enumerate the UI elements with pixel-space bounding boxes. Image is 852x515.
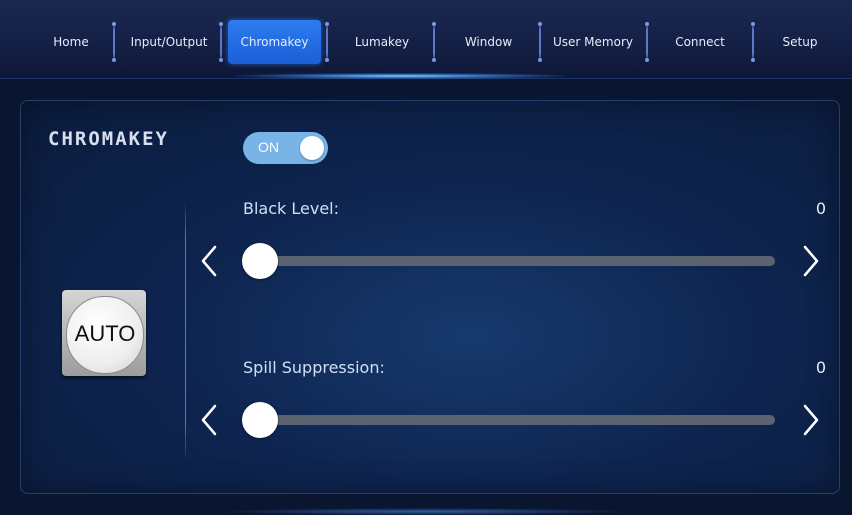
toggle-label: ON (258, 139, 279, 155)
tab-separator (751, 22, 755, 62)
chevron-left-icon (201, 245, 217, 277)
tab-separator (645, 22, 649, 62)
tab-home[interactable]: Home (36, 20, 106, 64)
tab-input-output[interactable]: Input/Output (121, 20, 217, 64)
tab-separator (538, 22, 542, 62)
tab-user-memory[interactable]: User Memory (545, 20, 641, 64)
tab-separator (112, 22, 116, 62)
spill-suppression-decrease-button[interactable] (200, 403, 220, 437)
toggle-knob (300, 136, 324, 160)
spill-suppression-slider[interactable] (242, 402, 775, 438)
black-level-knob[interactable] (242, 243, 278, 279)
active-tab-glow (236, 73, 566, 79)
black-level-decrease-button[interactable] (200, 244, 220, 278)
tab-chromakey[interactable]: Chromakey (228, 20, 321, 64)
tab-separator (325, 22, 329, 62)
auto-button-label: AUTO (74, 321, 136, 346)
black-level-slider[interactable] (242, 243, 775, 279)
black-level-increase-button[interactable] (800, 244, 820, 278)
chevron-right-icon (803, 245, 819, 277)
tab-connect[interactable]: Connect (652, 20, 748, 64)
tab-setup[interactable]: Setup (762, 20, 838, 64)
spill-suppression-increase-button[interactable] (800, 403, 820, 437)
tab-lumakey[interactable]: Lumakey (334, 20, 430, 64)
tab-window[interactable]: Window (441, 20, 536, 64)
chevron-right-icon (803, 404, 819, 436)
tab-separator (219, 22, 223, 62)
black-level-value: 0 (815, 199, 826, 218)
bottom-glow (220, 508, 630, 515)
black-level-label: Black Level: (243, 199, 339, 218)
top-nav: Home Input/Output Chromakey Lumakey Wind… (0, 0, 852, 79)
auto-button[interactable]: AUTO (62, 290, 146, 376)
spill-suppression-knob[interactable] (242, 402, 278, 438)
chromakey-toggle[interactable]: ON (243, 132, 328, 164)
tab-separator (432, 22, 436, 62)
section-title: CHROMAKEY (48, 128, 169, 150)
vertical-divider (185, 200, 186, 462)
auto-button-face: AUTO (66, 296, 144, 374)
spill-suppression-value: 0 (815, 358, 826, 377)
chevron-left-icon (201, 404, 217, 436)
spill-suppression-label: Spill Suppression: (243, 358, 385, 377)
